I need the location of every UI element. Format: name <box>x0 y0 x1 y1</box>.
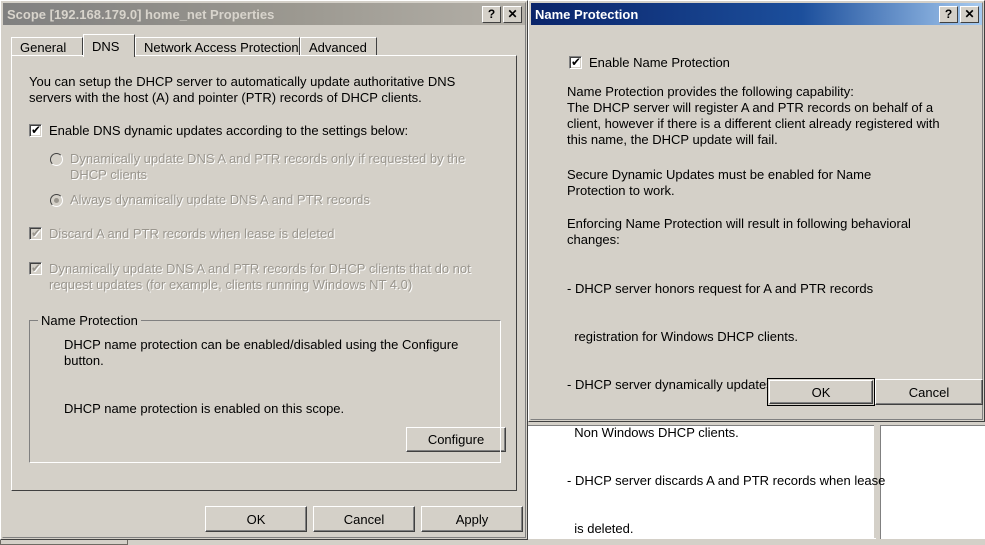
checkbox-icon: ✔ <box>29 124 42 137</box>
scope-dialog-tabstrip: General DNS Network Access Protection Ad… <box>11 34 517 57</box>
scope-properties-dialog: Scope [192.168.179.0] home_net Propertie… <box>0 0 528 540</box>
checkmark-icon: ✔ <box>31 226 42 240</box>
discard-records-checkbox[interactable]: ✔ Discard A and PTR records when lease i… <box>29 226 499 242</box>
screen: Scope [192.168.179.0] home_net Propertie… <box>0 0 985 545</box>
scope-cancel-button[interactable]: Cancel <box>313 506 415 532</box>
enable-dns-dynamic-updates-label: Enable DNS dynamic updates according to … <box>49 123 409 138</box>
np-bullet-2-cont: Non Windows DHCP clients. <box>567 425 739 440</box>
name-protection-cancel-button[interactable]: Cancel <box>875 379 983 405</box>
name-protection-title-buttons: ? ✕ <box>939 5 982 23</box>
np-p2-line1: Secure Dynamic Updates must be enabled f… <box>567 167 872 182</box>
dns-intro-line1: You can setup the DHCP server to automat… <box>29 74 456 89</box>
np-bullet-1: - DHCP server honors request for A and P… <box>567 281 874 296</box>
np-bullet-1-cont: registration for Windows DHCP clients. <box>567 329 798 344</box>
scope-ok-button[interactable]: OK <box>205 506 307 532</box>
help-icon[interactable]: ? <box>939 5 958 23</box>
tab-dns-label: DNS <box>92 38 120 54</box>
name-protection-groupbox-title: Name Protection <box>38 313 141 328</box>
checkmark-icon: ✔ <box>31 261 42 275</box>
scope-dialog-title: Scope [192.168.179.0] home_net Propertie… <box>7 6 275 22</box>
enable-dns-dynamic-updates-checkbox[interactable]: ✔ Enable DNS dynamic updates according t… <box>29 123 499 139</box>
dns-tab-page: You can setup the DHCP server to automat… <box>11 55 517 491</box>
checkbox-icon: ✔ <box>29 262 42 275</box>
help-icon[interactable]: ? <box>482 5 501 23</box>
name-protection-ok-button-face: OK <box>769 380 873 404</box>
name-protection-dialog-inner-frame: Name Protection ? ✕ ✔ Enable Name Protec… <box>530 2 983 536</box>
radio-selected-dot <box>54 198 59 203</box>
np-p1-line3: client, however if there is a different … <box>567 116 940 131</box>
np-bullet-3-cont: is deleted. <box>567 521 634 536</box>
name-protection-paragraph-1: Name Protection provides the following c… <box>567 84 967 148</box>
tab-network-access-protection-label: Network Access Protection <box>144 39 299 55</box>
np-p1-line1: Name Protection provides the following c… <box>567 84 854 99</box>
radio-update-only-if-requested-line2: DHCP clients <box>70 167 148 182</box>
scope-apply-button[interactable]: Apply <box>421 506 523 532</box>
radio-update-only-if-requested[interactable]: Dynamically update DNS A and PTR records… <box>50 151 500 183</box>
tab-dns[interactable]: DNS <box>83 34 135 57</box>
close-icon[interactable]: ✕ <box>960 5 979 23</box>
checkbox-icon: ✔ <box>569 56 582 69</box>
close-icon[interactable]: ✕ <box>503 5 522 23</box>
update-non-requesting-clients-line1: Dynamically update DNS A and PTR records… <box>49 261 471 276</box>
np-p1-line4: this name, the DHCP update will fail. <box>567 132 778 147</box>
radio-icon <box>50 153 63 166</box>
name-protection-paragraph-3: Enforcing Name Protection will result in… <box>567 216 967 248</box>
radio-update-only-if-requested-label: Dynamically update DNS A and PTR records… <box>70 151 465 183</box>
tab-general-label: General <box>20 39 67 55</box>
radio-update-only-if-requested-line1: Dynamically update DNS A and PTR records… <box>70 151 466 166</box>
radio-icon <box>50 194 63 207</box>
name-protection-ok-button[interactable]: OK <box>767 378 875 406</box>
name-protection-dialog-title: Name Protection <box>535 6 639 22</box>
enable-name-protection-checkbox[interactable]: ✔ Enable Name Protection <box>569 55 969 71</box>
discard-records-label: Discard A and PTR records when lease is … <box>49 226 335 241</box>
np-p1-line2: The DHCP server will register A and PTR … <box>567 100 934 115</box>
checkmark-icon: ✔ <box>31 123 42 137</box>
name-protection-titlebar[interactable]: Name Protection ? ✕ <box>531 3 982 25</box>
scope-dialog-inner-frame: Scope [192.168.179.0] home_net Propertie… <box>2 2 526 538</box>
enable-name-protection-label: Enable Name Protection <box>589 55 730 70</box>
tab-network-access-protection[interactable]: Network Access Protection <box>135 37 300 56</box>
update-non-requesting-clients-line2: request updates (for example, clients ru… <box>49 277 413 292</box>
np-p3-line1: Enforcing Name Protection will result in… <box>567 216 911 231</box>
tab-general[interactable]: General <box>11 37 83 56</box>
np-p2-line2: Protection to work. <box>567 183 675 198</box>
configure-button[interactable]: Configure <box>406 427 506 452</box>
name-protection-paragraph-2: Secure Dynamic Updates must be enabled f… <box>567 167 967 199</box>
tab-advanced[interactable]: Advanced <box>300 37 377 56</box>
update-non-requesting-clients-label: Dynamically update DNS A and PTR records… <box>49 261 471 293</box>
checkmark-icon: ✔ <box>571 55 582 69</box>
tab-advanced-label: Advanced <box>309 39 367 55</box>
radio-always-update-label: Always dynamically update DNS A and PTR … <box>70 192 370 207</box>
checkbox-icon: ✔ <box>29 227 42 240</box>
update-non-requesting-clients-checkbox[interactable]: ✔ Dynamically update DNS A and PTR recor… <box>29 261 499 293</box>
name-protection-dialog: Name Protection ? ✕ ✔ Enable Name Protec… <box>528 0 985 536</box>
radio-always-update[interactable]: Always dynamically update DNS A and PTR … <box>50 192 500 208</box>
name-protection-description: DHCP name protection can be enabled/disa… <box>64 337 459 368</box>
dns-intro-line2: servers with the host (A) and pointer (P… <box>29 90 422 105</box>
scope-dialog-title-buttons: ? ✕ <box>482 5 525 23</box>
np-p3-line2: changes: <box>567 232 620 247</box>
name-protection-groupbox: Name Protection DHCP name protection can… <box>29 313 506 463</box>
np-bullet-3: - DHCP server discards A and PTR records… <box>567 473 886 488</box>
name-protection-status: DHCP name protection is enabled on this … <box>64 401 345 416</box>
scope-dialog-titlebar[interactable]: Scope [192.168.179.0] home_net Propertie… <box>3 3 525 25</box>
